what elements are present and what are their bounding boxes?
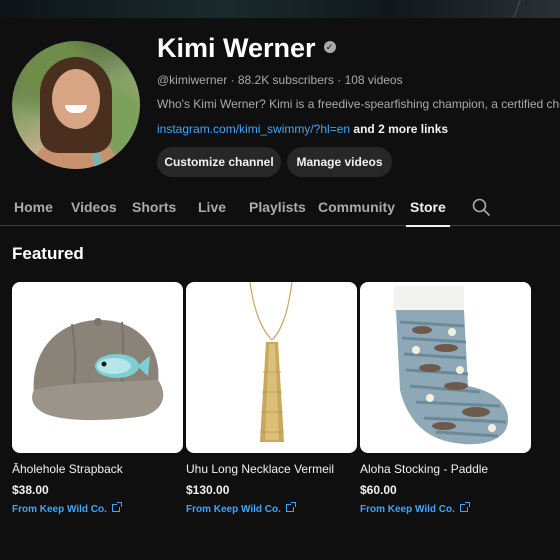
product-vendor: From Keep Wild Co.	[186, 504, 281, 515]
tab-shorts[interactable]: Shorts	[132, 188, 176, 226]
avatar[interactable]	[12, 41, 140, 169]
channel-tabs: Home Videos Shorts Live Playlists Commun…	[0, 188, 560, 227]
cap-icon[interactable]	[12, 282, 183, 453]
tab-home[interactable]: Home	[14, 188, 53, 226]
channel-description[interactable]: Who's Kimi Werner? Kimi is a freedive-sp…	[157, 97, 560, 111]
product-vendor-link[interactable]: From Keep Wild Co.	[12, 502, 183, 515]
check-circle-icon: ✓	[323, 40, 336, 53]
channel-title-row: Kimi Werner ✓	[157, 33, 336, 64]
necklace-icon[interactable]	[186, 282, 357, 453]
stocking-icon[interactable]	[360, 282, 531, 453]
product-name[interactable]: Uhu Long Necklace Vermeil	[186, 462, 357, 476]
banner-decoration	[512, 0, 522, 18]
product-price: $38.00	[12, 483, 49, 497]
external-link-icon	[459, 502, 470, 512]
channel-title: Kimi Werner	[157, 33, 316, 63]
tab-videos[interactable]: Videos	[71, 188, 117, 226]
external-link-icon	[285, 502, 296, 512]
featured-heading: Featured	[12, 244, 84, 263]
customize-channel-button[interactable]: Customize channel	[157, 147, 281, 177]
product-name[interactable]: Aloha Stocking - Paddle	[360, 462, 531, 476]
external-link-icon	[111, 502, 122, 512]
more-links-link[interactable]: and 2 more links	[353, 122, 448, 136]
product-price: $130.00	[186, 483, 230, 497]
product-card[interactable]: Āholehole Strapback $38.00 From Keep Wil…	[12, 282, 183, 515]
avatar-face	[52, 69, 100, 129]
product-vendor: From Keep Wild Co.	[360, 504, 455, 515]
search-icon[interactable]	[472, 198, 490, 216]
instagram-link[interactable]: instagram.com/kimi_swimmy/?hl=en	[157, 122, 350, 136]
channel-banner	[0, 0, 560, 18]
tab-store[interactable]: Store	[406, 188, 450, 227]
product-card[interactable]: Aloha Stocking - Paddle $60.00 From Keep…	[360, 282, 531, 515]
product-vendor-link[interactable]: From Keep Wild Co.	[360, 502, 531, 515]
manage-videos-button[interactable]: Manage videos	[287, 147, 392, 177]
tab-community[interactable]: Community	[318, 188, 395, 226]
tab-playlists[interactable]: Playlists	[249, 188, 306, 226]
product-card[interactable]: Uhu Long Necklace Vermeil $130.00 From K…	[186, 282, 357, 515]
tab-live[interactable]: Live	[198, 188, 226, 226]
product-name[interactable]: Āholehole Strapback	[12, 462, 183, 476]
product-vendor: From Keep Wild Co.	[12, 504, 107, 515]
product-vendor-link[interactable]: From Keep Wild Co.	[186, 502, 357, 515]
product-price: $60.00	[360, 483, 397, 497]
channel-links: instagram.com/kimi_swimmy/?hl=en and 2 m…	[157, 122, 448, 136]
channel-meta: @kimiwerner · 88.2K subscribers · 108 vi…	[157, 73, 403, 87]
